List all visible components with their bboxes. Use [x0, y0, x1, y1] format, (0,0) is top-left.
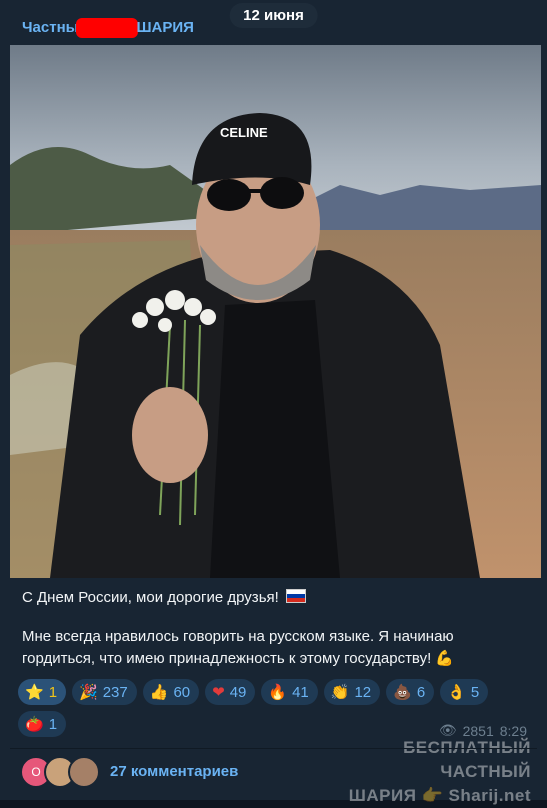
reaction-star[interactable]: ⭐ 1 — [18, 679, 67, 705]
avatar — [68, 756, 100, 788]
post-photo[interactable]: CELINE — [10, 45, 541, 578]
reaction-clap[interactable]: 👏 12 — [323, 679, 381, 705]
message-bubble: Частны ШАРИЯ CELINE С Днем России, мои д… — [0, 0, 547, 805]
view-count: 2851 — [462, 723, 494, 739]
reaction-heart[interactable]: ❤ 49 — [205, 679, 256, 705]
watermark-line-1: БЕСПЛАТНЫЙ ЧАСТНЫЙ — [403, 738, 531, 781]
channel-name-end: ШАРИЯ — [136, 18, 194, 36]
comments-link[interactable]: О 27 комментариев — [20, 756, 239, 788]
clapping-hands-icon: 👏 — [330, 682, 350, 701]
reaction-count: 60 — [173, 683, 191, 701]
reaction-count: 1 — [48, 715, 58, 733]
star-icon: ⭐ — [25, 682, 44, 701]
watermark-line-2: ШАРИЯ 👉 Sharij.net — [348, 786, 531, 805]
reaction-thumbs-up[interactable]: 👍 60 — [142, 679, 200, 705]
photo-illustration: CELINE — [10, 45, 541, 578]
party-popper-icon: 🎉 — [79, 682, 98, 701]
post-paragraph: Мне всегда нравилось говорить на русском… — [22, 626, 527, 670]
muscle-emoji-icon: 💪 — [435, 650, 455, 667]
message-time: 8:29 — [499, 723, 527, 739]
reaction-count: 5 — [470, 683, 480, 701]
reaction-party[interactable]: 🎉 237 — [72, 679, 137, 705]
poop-icon: 💩 — [393, 682, 412, 701]
reaction-count: 49 — [229, 683, 247, 701]
redaction-mark — [76, 18, 139, 38]
reaction-count: 237 — [102, 683, 128, 701]
comments-count-label: 27 комментариев — [110, 762, 239, 780]
ok-hand-icon: 👌 — [447, 682, 466, 701]
post-text: С Днем России, мои дорогие друзья! Мне в… — [22, 587, 527, 687]
fire-icon: 🔥 — [268, 682, 288, 701]
post-line-2: Мне всегда нравилось говорить на русском… — [22, 628, 454, 667]
eye-icon: 👁 — [438, 723, 457, 739]
reaction-count: 6 — [416, 683, 426, 701]
tomato-icon: 🍅 — [25, 714, 44, 733]
watermark: БЕСПЛАТНЫЙ ЧАСТНЫЙ ШАРИЯ 👉 Sharij.net — [311, 736, 531, 808]
reaction-tomato[interactable]: 🍅 1 — [18, 711, 67, 737]
post-line-1: С Днем России, мои дорогие друзья! — [22, 589, 279, 606]
cap-logo-text: CELINE — [220, 125, 268, 140]
russia-flag-icon — [285, 589, 306, 603]
reaction-fire[interactable]: 🔥 41 — [261, 679, 318, 705]
message-meta: 👁 2851 8:29 — [439, 723, 527, 739]
date-badge: 12 июня — [229, 3, 318, 28]
reaction-ok-hand[interactable]: 👌 5 — [440, 679, 489, 705]
post-greeting: С Днем России, мои дорогие друзья! — [22, 587, 527, 609]
reaction-count: 1 — [48, 683, 58, 701]
channel-name[interactable]: Частны ШАРИЯ — [22, 18, 194, 38]
thumbs-up-icon: 👍 — [149, 682, 169, 701]
reaction-count: 12 — [354, 683, 372, 701]
reaction-poop[interactable]: 💩 6 — [386, 679, 435, 705]
heart-icon: ❤ — [212, 682, 225, 701]
channel-name-start: Частны — [22, 18, 79, 36]
divider — [10, 748, 537, 749]
reaction-count: 41 — [292, 683, 309, 701]
commenter-avatars: О — [20, 756, 100, 788]
